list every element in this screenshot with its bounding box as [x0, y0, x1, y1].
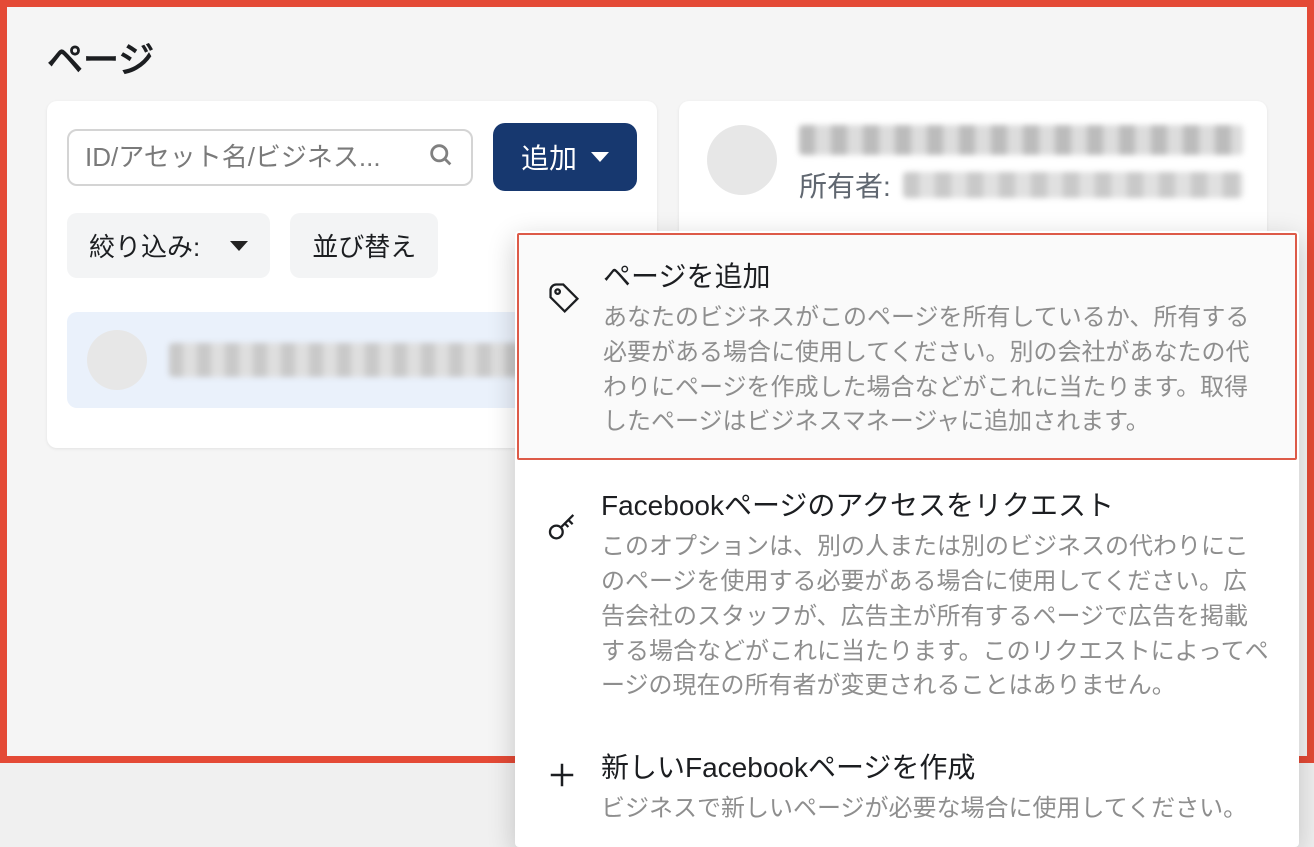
filter-label: 絞り込み:	[89, 227, 200, 264]
caret-down-icon	[591, 152, 609, 162]
key-icon	[543, 508, 581, 546]
page-title: ページ	[7, 7, 1307, 101]
menu-item-desc: あなたのビジネスがこのページを所有しているか、所有する必要がある場合に使用してく…	[603, 301, 1269, 440]
search-icon	[427, 141, 455, 174]
search-input-container[interactable]	[67, 129, 473, 186]
search-input[interactable]	[85, 142, 427, 173]
menu-item-add-page[interactable]: ページを追加 あなたのビジネスがこのページを所有しているか、所有する必要がある場…	[517, 233, 1297, 460]
add-button-label: 追加	[521, 137, 577, 177]
tag-icon	[545, 279, 583, 317]
avatar	[87, 330, 147, 390]
menu-item-desc: このオプションは、別の人または別のビジネスの代わりにこのページを使用する必要があ…	[601, 530, 1271, 704]
sort-button[interactable]: 並び替え	[290, 213, 438, 278]
menu-item-title: 新しいFacebookページを作成	[601, 746, 1271, 786]
menu-item-title: ページを追加	[603, 255, 1269, 295]
add-button[interactable]: 追加	[493, 123, 637, 191]
menu-item-desc: ビジネスで新しいページが必要な場合に使用してください。	[601, 792, 1271, 827]
menu-item-title: Facebookページのアクセスをリクエスト	[601, 484, 1271, 524]
redacted-text	[903, 172, 1243, 198]
filter-button[interactable]: 絞り込み:	[67, 213, 270, 278]
redacted-text	[799, 125, 1243, 155]
add-dropdown-menu: ページを追加 あなたのビジネスがこのページを所有しているか、所有する必要がある場…	[515, 231, 1299, 847]
avatar	[707, 125, 777, 195]
owner-label: 所有者:	[799, 165, 891, 205]
caret-down-icon	[230, 241, 248, 251]
sort-label: 並び替え	[312, 227, 416, 264]
plus-icon	[543, 756, 581, 794]
menu-item-create-page[interactable]: 新しいFacebookページを作成 ビジネスで新しいページが必要な場合に使用して…	[515, 724, 1299, 847]
menu-item-request-access[interactable]: Facebookページのアクセスをリクエスト このオプションは、別の人または別の…	[515, 462, 1299, 724]
